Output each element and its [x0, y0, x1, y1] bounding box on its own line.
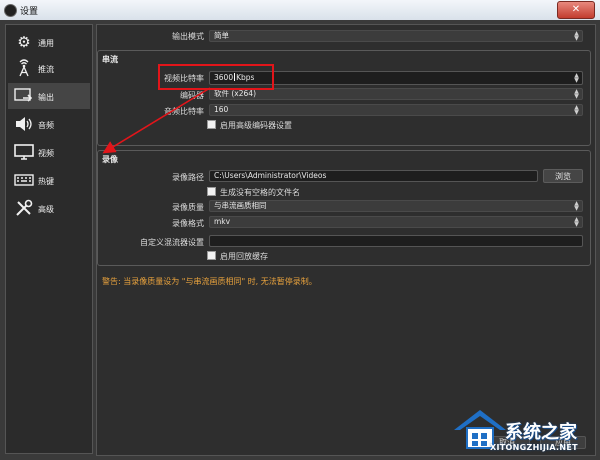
- watermark-url: XITONGZHIJIA.NET: [490, 443, 578, 452]
- watermark-text: 系统之家: [505, 422, 577, 443]
- arrow-line: [102, 87, 211, 154]
- annotation-arrow: [102, 87, 211, 154]
